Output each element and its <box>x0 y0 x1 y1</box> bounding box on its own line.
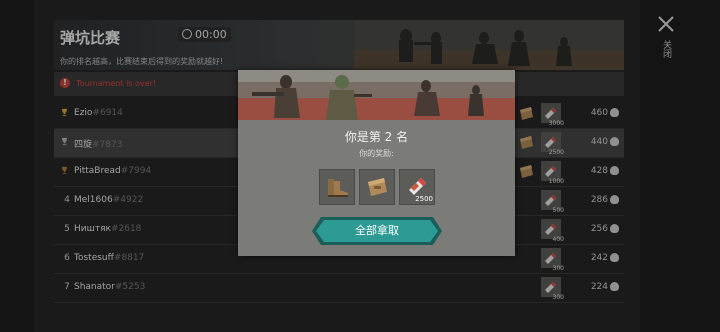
reward-slot-bullets[interactable]: 2500 <box>399 169 435 205</box>
modal-subtitle: 你的奖励: <box>359 149 394 158</box>
claim-all-button[interactable]: 全部拿取 <box>316 220 438 242</box>
reward-slot-boots[interactable] <box>319 169 355 205</box>
reward-slot-box[interactable] <box>359 169 395 205</box>
modal-banner-art <box>238 70 515 120</box>
reward-modal: 你是第 2 名 你的奖励: 2500 全部拿取 <box>238 70 515 256</box>
modal-title: 你是第 2 名 <box>344 130 409 144</box>
boots-icon <box>328 179 348 197</box>
box-icon <box>368 178 387 196</box>
reward-count: 2500 <box>415 195 433 203</box>
